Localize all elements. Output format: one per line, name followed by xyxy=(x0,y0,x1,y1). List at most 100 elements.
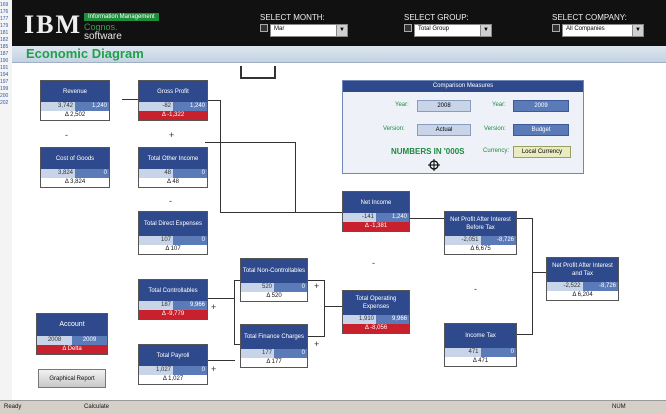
ibm-logo: IBM xyxy=(24,10,82,39)
node-total-finance-charges[interactable]: Total Finance Charges 177 0 Δ 177 xyxy=(240,324,308,368)
node-total-direct-expenses[interactable]: Total Direct Expenses 107 0 Δ 107 xyxy=(138,211,208,255)
group-select[interactable]: Total Group ▼ xyxy=(414,24,492,37)
status-calculate: Calculate xyxy=(84,404,110,410)
value-actual: 187 xyxy=(139,301,173,310)
status-num: NUM xyxy=(612,404,626,410)
node-income-tax[interactable]: Income Tax 471 0 Δ 471 xyxy=(444,323,517,367)
value-actual: 107 xyxy=(139,236,173,245)
delta-value: Δ -8,056 xyxy=(343,324,409,333)
value-budget: -8,726 xyxy=(480,236,516,245)
node-total-other-income[interactable]: Total Other Income 48 0 Δ 48 xyxy=(138,147,208,188)
node-title: Total Payroll xyxy=(139,345,207,366)
group-value: Total Group xyxy=(418,26,450,32)
connector xyxy=(408,218,444,219)
plus-operator: + xyxy=(314,281,320,291)
value-budget: 0 xyxy=(480,348,516,357)
value-actual: 471 xyxy=(445,348,481,357)
chevron-down-icon[interactable]: ▼ xyxy=(480,25,491,36)
value-actual: 3,824 xyxy=(41,169,75,178)
currency-field[interactable]: Local Currency xyxy=(513,146,571,158)
node-net-profit-before-tax[interactable]: Net Profit After Interest Before Tax -2,… xyxy=(444,211,517,255)
legend-delta: Δ Delta xyxy=(37,345,107,354)
row-number: 202 xyxy=(0,100,9,106)
version-b-field[interactable]: Budget xyxy=(513,124,569,136)
plus-operator: + xyxy=(314,339,320,349)
legend-title: Account xyxy=(37,314,107,336)
node-title: Cost of Goods xyxy=(41,148,109,169)
month-value: Mar xyxy=(274,26,285,32)
node-total-payroll[interactable]: Total Payroll 1,027 0 Δ 1,027 xyxy=(138,344,208,385)
node-gross-profit[interactable]: Gross Profit -82 1,240 Δ -1,322 xyxy=(138,80,208,121)
plus-operator: + xyxy=(169,130,175,140)
minus-operator: - xyxy=(474,284,477,294)
node-net-profit-after-tax[interactable]: Net Profit After Interest and Tax -2,522… xyxy=(546,257,619,301)
row-number: 191 xyxy=(0,65,9,71)
month-toggle-icon[interactable] xyxy=(260,24,268,32)
node-title: Total Direct Expenses xyxy=(139,212,207,236)
row-number: 194 xyxy=(0,72,9,78)
connector xyxy=(324,280,325,336)
connector xyxy=(515,334,533,335)
connector xyxy=(324,306,342,307)
minus-operator: - xyxy=(169,196,172,206)
select-month-label: SELECT MONTH: xyxy=(260,13,325,22)
numbers-unit-note: NUMBERS IN '000S xyxy=(391,147,465,156)
year-label: Year: xyxy=(492,102,506,108)
title-bar: Economic Diagram xyxy=(12,46,666,63)
group-toggle-icon[interactable] xyxy=(404,24,412,32)
node-total-operating-expenses[interactable]: Total Operating Expenses 1,910 9,966 Δ -8… xyxy=(342,290,410,334)
month-select[interactable]: Mar ▼ xyxy=(270,24,348,37)
row-number: 185 xyxy=(0,44,9,50)
panel-title: Comparison Measures xyxy=(343,81,583,92)
node-total-controllables[interactable]: Total Controllables 187 9,966 Δ -9,779 xyxy=(138,279,208,320)
node-title: Total Operating Expenses xyxy=(343,291,409,315)
graphical-report-button[interactable]: Graphical Report xyxy=(38,369,106,388)
value-actual: 48 xyxy=(139,169,173,178)
row-number: 187 xyxy=(0,51,9,57)
chevron-down-icon[interactable]: ▼ xyxy=(336,25,347,36)
row-number: 200 xyxy=(0,93,9,99)
value-budget: 1,240 xyxy=(376,213,409,222)
node-total-non-controllables[interactable]: Total Non-Controllables 520 0 Δ 520 xyxy=(240,258,308,302)
value-budget: -8,726 xyxy=(582,282,618,291)
value-budget: 0 xyxy=(173,366,207,375)
value-budget: 9,966 xyxy=(173,301,207,310)
status-bar: Ready Calculate NUM xyxy=(0,400,666,414)
node-net-income[interactable]: Net Income -141 1,240 Δ -1,381 xyxy=(342,191,410,232)
node-revenue[interactable]: Revenue 3,742 1,240 Δ 2,502 xyxy=(40,80,110,121)
value-budget: 9,966 xyxy=(376,315,409,324)
bracket-line xyxy=(240,77,276,79)
company-toggle-icon[interactable] xyxy=(552,24,560,32)
value-actual: 520 xyxy=(241,283,274,292)
value-budget: 0 xyxy=(75,169,109,178)
node-title: Gross Profit xyxy=(139,81,207,102)
connector xyxy=(220,100,221,212)
delta-value: Δ 471 xyxy=(445,357,516,366)
node-cost-of-goods[interactable]: Cost of Goods 3,824 0 Δ 3,824 xyxy=(40,147,110,188)
node-title: Net Profit After Interest and Tax xyxy=(547,258,618,282)
year-a-field[interactable]: 2008 xyxy=(417,100,471,112)
value-budget: 1,240 xyxy=(173,102,207,111)
chevron-down-icon[interactable]: ▼ xyxy=(632,25,643,36)
node-title: Income Tax xyxy=(445,324,516,348)
year-b-field[interactable]: 2009 xyxy=(513,100,569,112)
row-number: 197 xyxy=(0,79,9,85)
connector xyxy=(532,272,546,273)
value-actual: -2,522 xyxy=(547,282,583,291)
company-select[interactable]: All Companies ▼ xyxy=(562,24,644,37)
value-budget: 1,240 xyxy=(75,102,109,111)
node-title: Total Finance Charges xyxy=(241,325,307,349)
status-ready: Ready xyxy=(4,404,22,410)
delta-value: Δ 1,027 xyxy=(139,375,207,384)
node-title: Total Controllables xyxy=(139,280,207,301)
row-number: 190 xyxy=(0,58,9,64)
connector xyxy=(532,218,533,334)
move-cursor-icon xyxy=(428,159,440,171)
row-number: 181 xyxy=(0,30,9,36)
plus-operator: + xyxy=(211,302,217,312)
version-a-field[interactable]: Actual xyxy=(417,124,471,136)
comparison-measures-panel: Comparison Measures Year: 2008 Year: 200… xyxy=(342,80,584,174)
delta-value: Δ -1,381 xyxy=(343,222,409,231)
legend-year-b: 2009 xyxy=(72,336,107,345)
value-budget: 0 xyxy=(173,236,207,245)
